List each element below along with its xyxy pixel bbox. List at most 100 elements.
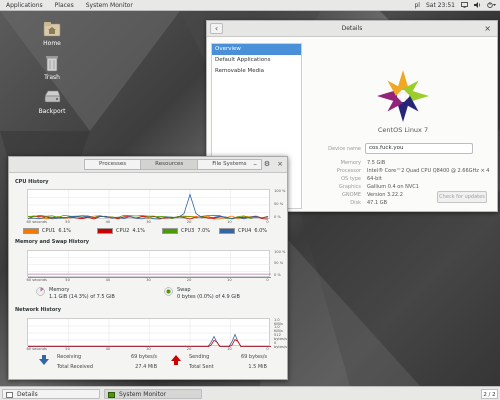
memory-x-axis: 60 seconds 50 40 30 20 10 0 <box>27 278 270 284</box>
sending-rate: 69 bytes/s <box>240 354 267 360</box>
x-tick: 30 <box>146 278 151 282</box>
legend-name: CPU4 <box>238 228 252 234</box>
app-menu-system-monitor[interactable]: System Monitor <box>80 2 139 9</box>
y-tick: 0 % <box>274 273 281 277</box>
info-key: Memory <box>340 160 361 166</box>
gear-icon[interactable]: ⚙ <box>264 160 270 168</box>
places-menu[interactable]: Places <box>49 2 80 9</box>
sending-label: Sending <box>189 354 210 360</box>
taskbar-item-label: System Monitor <box>119 391 167 398</box>
system-monitor-icon <box>108 391 115 398</box>
y-tick: 50 % <box>274 202 284 206</box>
info-key: OS type <box>341 176 361 182</box>
desktop-icon-label: Home <box>43 40 61 47</box>
desktop-icon-backport[interactable]: Backport <box>32 88 72 115</box>
info-key: GNOME <box>341 192 361 198</box>
x-tick: 20 <box>186 278 192 282</box>
minimize-icon[interactable]: – <box>253 160 257 168</box>
memory-pie-icon[interactable] <box>36 287 45 296</box>
taskbar-item-details[interactable]: Details <box>2 389 100 399</box>
network-history-graph <box>27 318 271 347</box>
swap-value: 0 bytes (0.0%) of 4.9 GiB <box>177 294 240 300</box>
tab-bar: Processes Resources File Systems <box>84 159 262 170</box>
memory-section-title: Memory and Swap History <box>15 239 90 245</box>
total-sent-label: Total Sent <box>189 364 214 370</box>
memory-graph-canvas <box>28 251 271 278</box>
cpu1-legend: CPU1 6.1% <box>23 228 71 234</box>
swap-pie-icon[interactable] <box>164 287 173 296</box>
details-headerbar: ‹ Details × <box>207 21 497 37</box>
cpu2-legend: CPU2 4.1% <box>97 228 145 234</box>
cpu4-legend: CPU4 6.0% <box>219 228 267 234</box>
desktop-icon-label: Trash <box>44 74 60 81</box>
legend-name: CPU2 <box>116 228 130 234</box>
receiving-rate: 69 bytes/s <box>130 354 157 360</box>
taskbar-item-system-monitor[interactable]: System Monitor <box>104 389 202 399</box>
sidebar-item-default-applications[interactable]: Default Applications <box>212 55 301 66</box>
total-received-value: 27.4 MiB <box>135 364 157 370</box>
applications-menu[interactable]: Applications <box>0 2 49 9</box>
sidebar-item-overview[interactable]: Overview <box>212 44 301 55</box>
x-tick: 0 <box>266 347 269 351</box>
memory-value: 1.1 GiB (14.3%) of 7.5 GiB <box>49 294 115 300</box>
trash-icon <box>43 54 61 72</box>
color-swatch[interactable] <box>162 228 178 234</box>
x-tick: 10 <box>227 278 232 282</box>
info-key: Disk <box>350 200 361 206</box>
color-swatch[interactable] <box>23 228 39 234</box>
network-graph-canvas <box>28 319 271 347</box>
desktop-icon-label: Backport <box>38 108 66 115</box>
device-name-label: Device name <box>328 146 361 152</box>
desktop-icon-home[interactable]: Home <box>32 20 72 47</box>
color-swatch[interactable] <box>219 228 235 234</box>
tab-processes[interactable]: Processes <box>84 159 142 170</box>
info-value: 7.5 GiB <box>367 160 386 166</box>
y-tick: 50 % <box>274 261 284 265</box>
receiving-label: Receiving <box>57 354 82 360</box>
x-tick: 10 <box>227 220 232 224</box>
x-tick: 10 <box>227 347 232 351</box>
x-tick: 50 <box>65 220 70 224</box>
info-value: Gallium 0.4 on NVC1 <box>367 184 419 190</box>
sidebar-item-removable-media[interactable]: Removable Media <box>212 66 301 77</box>
clock[interactable]: Sat 23:51 <box>426 2 455 9</box>
x-tick: 20 <box>186 347 192 351</box>
y-tick: 100 % <box>274 250 286 254</box>
network-section-title: Network History <box>15 307 61 313</box>
volume-icon[interactable] <box>474 2 481 8</box>
memory-history-graph <box>27 250 271 278</box>
receiving-arrow-icon[interactable] <box>39 355 49 365</box>
y-tick: 0 bytes/s <box>274 341 287 349</box>
color-swatch[interactable] <box>97 228 113 234</box>
check-updates-button[interactable]: Check for updates <box>437 191 487 203</box>
x-tick: 0 <box>266 220 269 224</box>
memory-label: Memory <box>49 287 70 293</box>
legend-name: CPU3 <box>181 228 195 234</box>
info-value: 64-bit <box>367 176 382 182</box>
total-received-label: Total Received <box>57 364 94 370</box>
x-tick: 50 <box>65 347 70 351</box>
sending-arrow-icon[interactable] <box>171 355 181 365</box>
x-tick: 40 <box>105 278 111 282</box>
y-tick: 0 % <box>274 215 281 219</box>
folder-home-icon <box>43 20 61 38</box>
tab-resources[interactable]: Resources <box>141 159 199 170</box>
x-tick: 60 seconds <box>26 278 47 282</box>
legend-value: 6.0% <box>254 228 268 234</box>
os-name: CentOS Linux 7 <box>377 126 429 134</box>
network-icon[interactable] <box>461 2 468 8</box>
window-list-panel: Details System Monitor 2 / 2 <box>0 386 500 400</box>
cpu-graph-canvas <box>28 190 271 220</box>
tab-file-systems[interactable]: File Systems <box>198 159 262 170</box>
close-icon[interactable]: × <box>484 24 491 33</box>
system-monitor-headerbar: Processes Resources File Systems – ⚙ × <box>9 157 287 173</box>
workspace-pager[interactable]: 2 / 2 <box>481 389 498 399</box>
power-menu-icon[interactable] <box>487 2 496 8</box>
y-tick: 512 bytes/s <box>274 333 287 341</box>
device-name-input[interactable]: cos.fuck.you <box>365 143 473 154</box>
close-icon[interactable]: × <box>277 160 283 168</box>
desktop-icon-trash[interactable]: Trash <box>32 54 72 81</box>
keyboard-layout-indicator[interactable]: pl <box>414 2 419 9</box>
y-tick: 100 % <box>274 189 286 193</box>
swap-label: Swap <box>177 287 191 293</box>
